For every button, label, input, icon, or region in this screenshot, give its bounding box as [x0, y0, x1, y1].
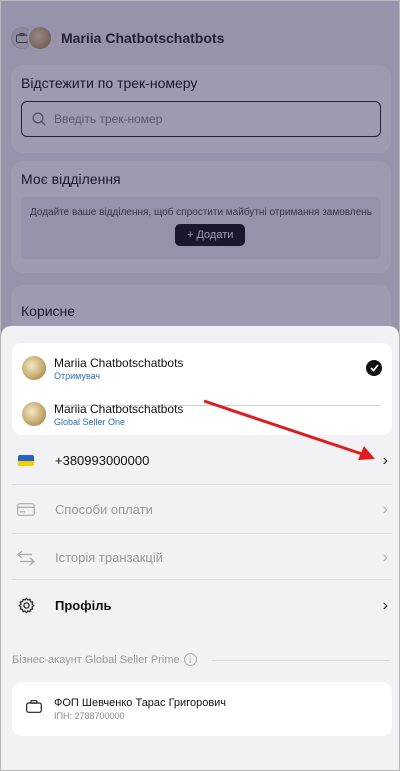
menu-item-payment-methods[interactable]: Способи оплати ›	[12, 486, 392, 533]
gear-icon	[12, 597, 40, 614]
check-icon	[366, 360, 382, 376]
avatar	[22, 356, 46, 380]
chevron-right-icon: ›	[382, 451, 388, 469]
menu-label: Способи оплати	[55, 502, 153, 517]
business-section-label: Бізнес-акаунт Global Seller Prime	[12, 653, 180, 666]
chevron-right-icon: ›	[382, 548, 388, 566]
menu-item-profile[interactable]: Профіль ›	[12, 582, 392, 629]
menu-label: Профіль	[55, 598, 112, 613]
account-name: Mariia Chatbotschatbots	[54, 355, 184, 370]
swap-arrows-icon	[12, 550, 40, 566]
modal-overlay[interactable]	[1, 1, 399, 341]
credit-card-icon	[12, 503, 40, 516]
account-item-recipient[interactable]: Mariia Chatbotschatbots Отримувач	[22, 351, 382, 385]
account-switcher: Mariia Chatbotschatbots Отримувач Mariia…	[12, 343, 392, 435]
account-role: Global Seller One	[54, 416, 126, 427]
divider	[12, 484, 392, 485]
account-item-global-seller[interactable]: Mariia Chatbotschatbots Global Seller On…	[22, 397, 382, 431]
menu-item-transaction-history[interactable]: Історія транзакцій ›	[12, 534, 392, 581]
account-name: Mariia Chatbotschatbots	[54, 401, 184, 416]
chevron-right-icon: ›	[382, 500, 388, 518]
ukraine-flag-icon	[18, 455, 34, 466]
chevron-right-icon: ›	[382, 596, 388, 614]
business-account-card[interactable]: ФОП Шевченко Тарас Григорович ІПН: 27887…	[12, 682, 392, 736]
app-frame: Mariia Chatbotschatbots Відстежити по тр…	[0, 0, 400, 771]
business-name: ФОП Шевченко Тарас Григорович	[54, 697, 227, 709]
account-bottom-sheet: Mariia Chatbotschatbots Отримувач Mariia…	[1, 326, 399, 770]
phone-number: +380993000000	[55, 453, 150, 468]
phone-row[interactable]: +380993000000 ›	[12, 437, 392, 484]
menu-label: Історія транзакцій	[55, 550, 163, 565]
business-section-title: Бізнес-акаунт Global Seller Prime i	[12, 653, 197, 666]
account-role: Отримувач	[54, 370, 101, 381]
info-icon[interactable]: i	[183, 653, 197, 666]
business-tax-id: ІПН: 2788700000	[54, 711, 125, 721]
avatar	[22, 402, 46, 426]
divider	[212, 660, 390, 661]
divider	[12, 579, 392, 580]
briefcase-icon	[26, 700, 42, 718]
